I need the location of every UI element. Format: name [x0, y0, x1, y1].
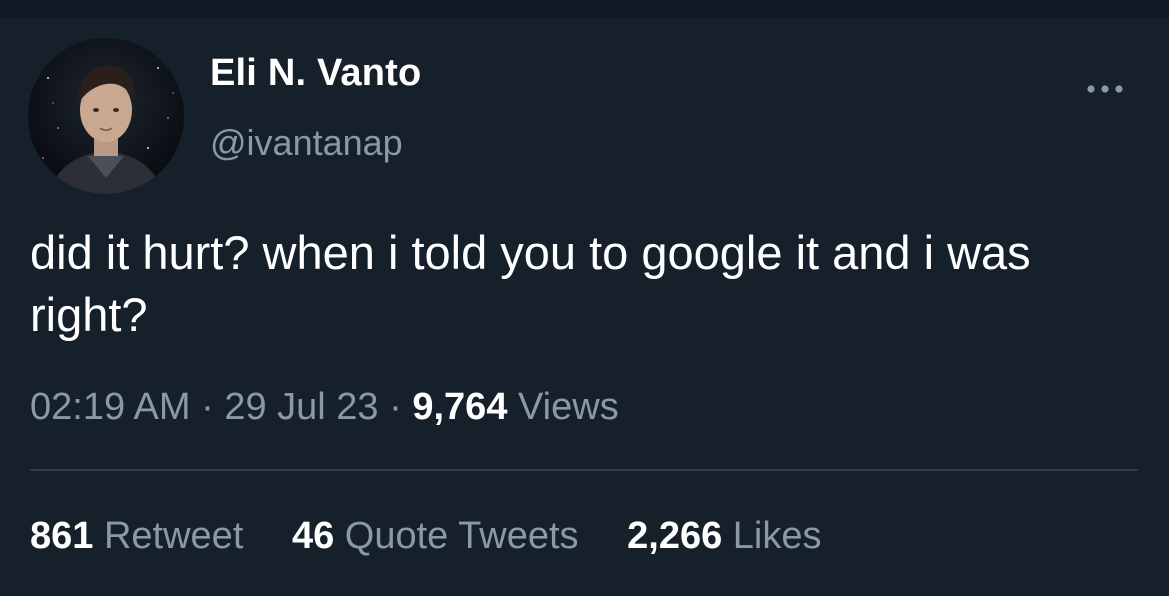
quotes-label: Quote Tweets — [344, 515, 579, 557]
likes-label: Likes — [732, 515, 822, 557]
likes-stat[interactable]: 2,266 Likes — [627, 515, 821, 558]
more-options-icon[interactable] — [1082, 76, 1128, 102]
tweet-stats: 861 Retweet 46 Quote Tweets 2,266 Likes — [30, 515, 822, 558]
tweet-meta: 02:19 AM · 29 Jul 23 · 9,764 Views — [30, 386, 619, 429]
views-count: 9,764 — [412, 386, 508, 428]
retweets-label: Retweet — [103, 515, 244, 557]
meta-separator: · — [201, 386, 214, 428]
likes-count: 2,266 — [627, 515, 723, 557]
tweet-text: did it hurt? when i told you to google i… — [30, 226, 1031, 341]
tweet-date[interactable]: 29 Jul 23 — [224, 386, 378, 428]
quotes-stat[interactable]: 46 Quote Tweets — [292, 515, 579, 558]
views-label: Views — [518, 386, 619, 428]
retweets-count: 861 — [30, 515, 94, 557]
top-strip — [0, 0, 1169, 18]
divider — [30, 469, 1138, 471]
tweet-time[interactable]: 02:19 AM — [30, 386, 191, 428]
avatar[interactable] — [28, 38, 184, 194]
quotes-count: 46 — [291, 515, 335, 557]
meta-separator: · — [389, 386, 402, 428]
user-handle[interactable]: @ivantanap — [210, 122, 403, 164]
retweets-stat[interactable]: 861 Retweet — [30, 515, 243, 558]
display-name[interactable]: Eli N. Vanto — [210, 52, 421, 95]
